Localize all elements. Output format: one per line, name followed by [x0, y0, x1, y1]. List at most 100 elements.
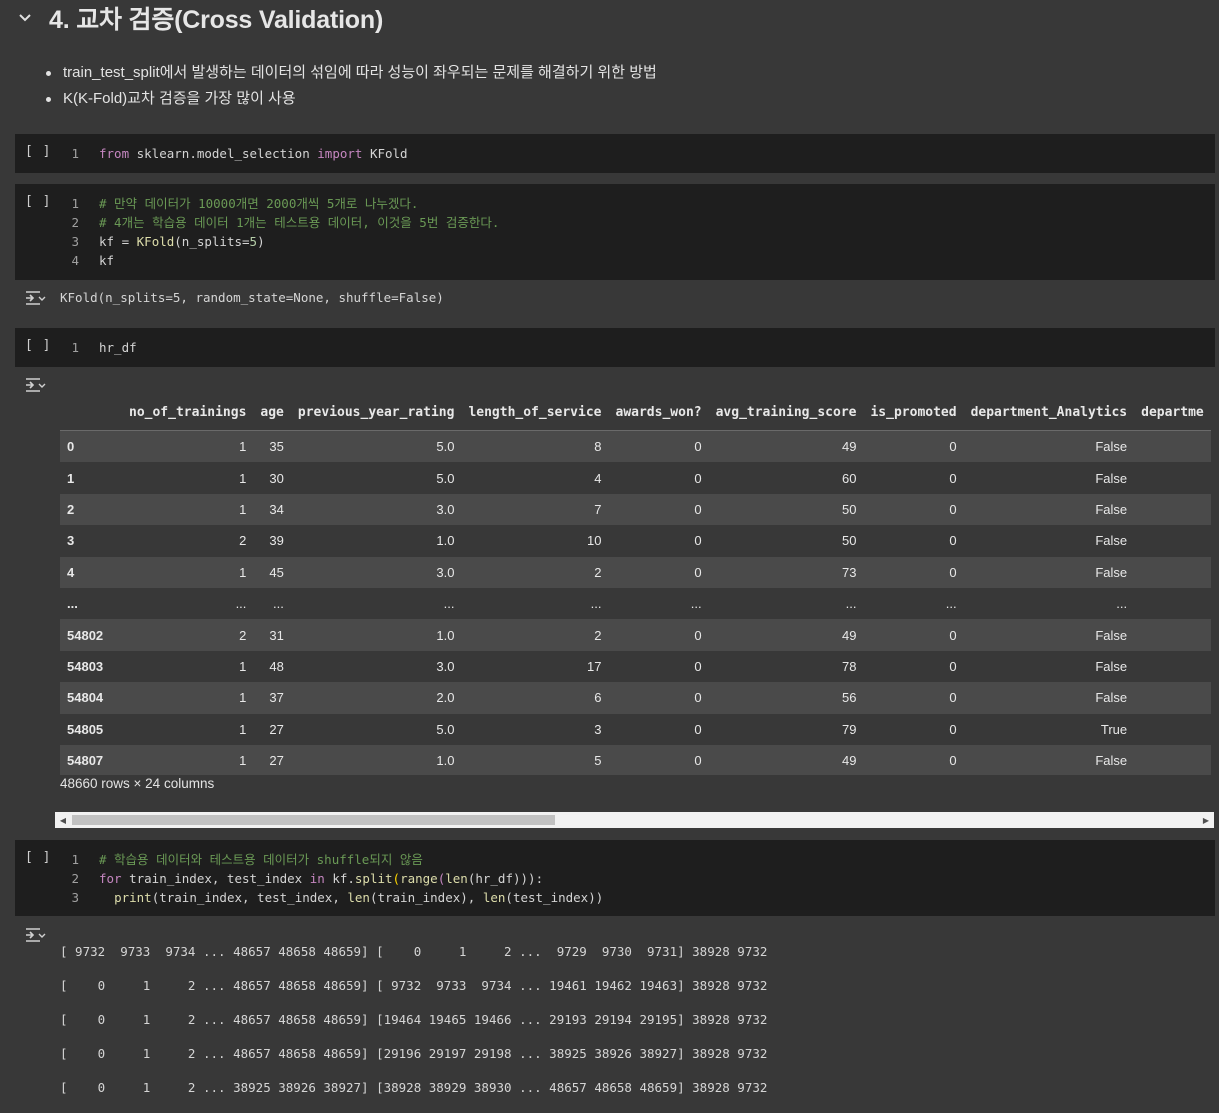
- table-cell: 56: [842, 690, 857, 706]
- bullet-item: train_test_split에서 발생하는 데이터의 섞임에 따라 성능이 …: [46, 60, 657, 86]
- table-cell: 34: [269, 501, 284, 517]
- table-cell: 3.0: [436, 658, 455, 674]
- code-token: len: [482, 890, 506, 905]
- table-cell: ...: [590, 596, 602, 612]
- table-cell: 1.0: [436, 753, 455, 769]
- row-index: 54805: [67, 721, 104, 737]
- code-token: (: [392, 871, 401, 886]
- row-index: 54804: [67, 690, 104, 706]
- row-index: 4: [67, 564, 75, 580]
- code-token: kf =: [99, 234, 137, 249]
- chevron-down-icon[interactable]: [14, 7, 36, 29]
- code-token: sklearn.model_selection: [129, 146, 318, 161]
- code-token: print: [114, 890, 152, 905]
- column-header: avg_training_score: [708, 380, 864, 431]
- table-cell: 2: [594, 564, 602, 580]
- line-number: 1: [71, 146, 79, 161]
- code-cell-import[interactable]: [ ] 1 from sklearn.model_selection import…: [15, 134, 1215, 173]
- table-cell: ...: [273, 596, 284, 612]
- code-token: KFold: [136, 234, 175, 249]
- table-cell: 45: [269, 564, 284, 580]
- table-cell: ...: [945, 596, 957, 612]
- table-cell: 2.0: [436, 690, 455, 706]
- code-token: (train_index),: [369, 890, 483, 905]
- table-cell: [1134, 431, 1211, 463]
- table-cell: 50: [842, 501, 857, 517]
- table-cell: 3.0: [436, 564, 455, 580]
- horizontal-scrollbar[interactable]: ◀ ▶: [55, 812, 1214, 828]
- table-cell: 0: [949, 753, 957, 769]
- run-cell-button[interactable]: [ ]: [25, 850, 51, 865]
- code-cell-kfold[interactable]: [ ] 1 # 만약 데이터가 10000개면 2000개씩 5개로 나누겠다. …: [15, 184, 1215, 280]
- line-number: 1: [71, 340, 79, 355]
- table-cell: [1134, 714, 1211, 745]
- code-editor[interactable]: 1 # 학습용 데이터와 테스트용 데이터가 shuffle되지 않음 2 for …: [65, 850, 603, 907]
- table-cell: 49: [842, 627, 857, 643]
- table-cell: 0: [694, 721, 702, 737]
- table-cell: False: [1095, 439, 1128, 455]
- column-header: length_of_service: [461, 380, 609, 431]
- dataframe-output: no_of_trainings age previous_year_rating…: [60, 380, 1214, 775]
- table-row: 0 1 35 5.0 8 0 49 0 False: [60, 430, 1211, 463]
- table-cell: 0: [949, 501, 957, 517]
- table-cell: False: [1095, 470, 1128, 486]
- table-cell: 2: [239, 627, 247, 643]
- row-index: 54802: [67, 627, 104, 643]
- table-cell: 50: [842, 533, 857, 549]
- code-token: len: [347, 890, 370, 905]
- scroll-left-icon[interactable]: ◀: [58, 815, 68, 825]
- table-cell: [1134, 525, 1211, 556]
- table-cell: 48: [269, 658, 284, 674]
- table-cell: [1134, 651, 1211, 682]
- table-cell: 49: [842, 439, 857, 455]
- table-cell: 1: [239, 470, 247, 486]
- column-header: [60, 380, 122, 431]
- code-token: for: [99, 871, 122, 886]
- table-cell: 2: [594, 627, 602, 643]
- output-toggle-icon[interactable]: [24, 376, 46, 394]
- table-cell: 1: [239, 658, 247, 674]
- table-cell: False: [1095, 627, 1128, 643]
- code-token: len: [445, 871, 468, 886]
- code-token: from: [99, 146, 130, 161]
- table-cell: 27: [269, 753, 284, 769]
- code-editor[interactable]: 1 from sklearn.model_selection import KFo…: [65, 144, 407, 163]
- table-cell: 0: [694, 627, 702, 643]
- code-token: hr_df: [99, 340, 137, 355]
- table-cell: False: [1095, 658, 1128, 674]
- dataframe-shape: 48660 rows × 24 columns: [60, 776, 215, 791]
- table-cell: 7: [594, 501, 602, 517]
- column-header: departme: [1134, 380, 1211, 431]
- table-header-row: no_of_trainings age previous_year_rating…: [60, 380, 1211, 431]
- table-cell: 6: [594, 690, 602, 706]
- code-token: in: [309, 871, 325, 886]
- line-number: 2: [71, 215, 79, 230]
- run-cell-button[interactable]: [ ]: [25, 338, 51, 353]
- code-editor[interactable]: 1 # 만약 데이터가 10000개면 2000개씩 5개로 나누겠다. 2 # 4…: [65, 194, 499, 270]
- table-cell: 0: [949, 564, 957, 580]
- code-editor[interactable]: 1 hr_df: [65, 338, 137, 357]
- table-cell: 3: [594, 721, 602, 737]
- table-cell: [1134, 557, 1211, 588]
- table-cell: 49: [842, 753, 857, 769]
- table-cell: 10: [587, 533, 602, 549]
- run-cell-button[interactable]: [ ]: [25, 144, 51, 159]
- output-toggle-icon[interactable]: [24, 926, 46, 944]
- row-index: ...: [67, 596, 78, 612]
- run-cell-button[interactable]: [ ]: [25, 194, 51, 209]
- code-token: range: [400, 871, 438, 886]
- table-cell: 0: [949, 690, 957, 706]
- table-cell: 0: [694, 470, 702, 486]
- code-cell-kfold-split[interactable]: [ ] 1 # 학습용 데이터와 테스트용 데이터가 shuffle되지 않음 2…: [15, 840, 1215, 916]
- table-cell: 0: [694, 658, 702, 674]
- scroll-right-icon[interactable]: ▶: [1201, 815, 1211, 825]
- table-cell: 37: [269, 690, 284, 706]
- code-cell-hr-df[interactable]: [ ] 1 hr_df: [15, 328, 1215, 367]
- table-cell: 1: [239, 721, 247, 737]
- scrollbar-thumb[interactable]: [72, 815, 555, 825]
- section-heading: 4. 교차 검증(Cross Validation): [14, 0, 383, 36]
- column-header: department_Analytics: [963, 380, 1135, 431]
- output-line: [ 9732 9733 9734 ... 48657 48658 48659] …: [60, 944, 768, 959]
- line-number: 2: [71, 871, 79, 886]
- output-toggle-icon[interactable]: [24, 289, 46, 307]
